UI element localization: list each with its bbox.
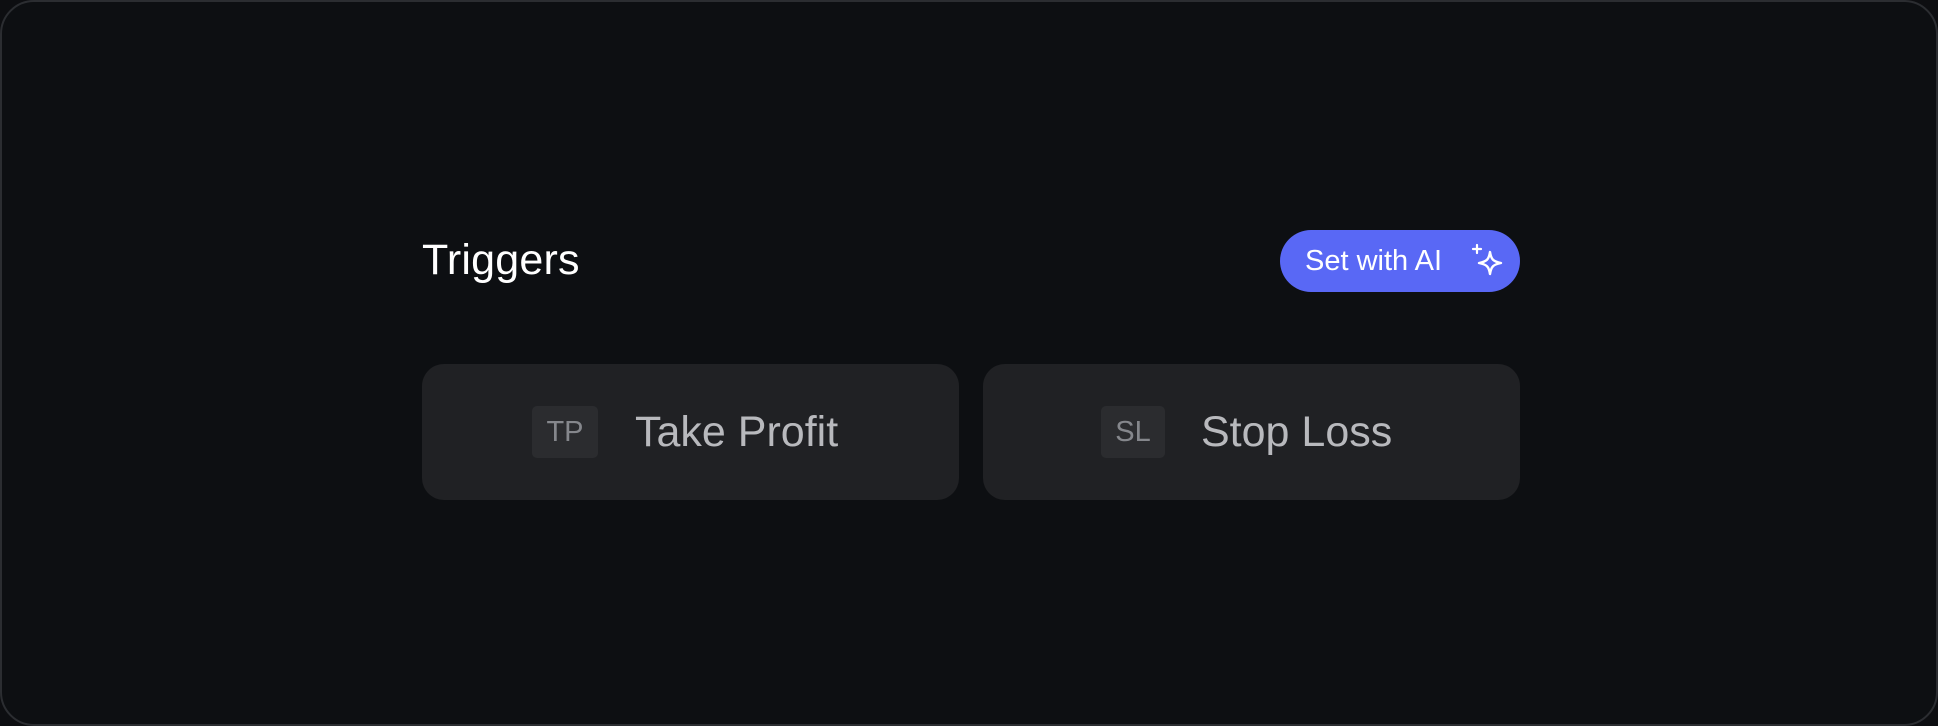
take-profit-badge: TP	[532, 406, 598, 458]
take-profit-label: Take Profit	[635, 408, 839, 456]
section-title: Triggers	[422, 236, 580, 284]
stop-loss-badge: SL	[1101, 406, 1165, 458]
set-with-ai-label: Set with AI	[1305, 244, 1443, 277]
stop-loss-label: Stop Loss	[1201, 408, 1393, 456]
sparkle-icon	[1471, 243, 1503, 276]
take-profit-card[interactable]: TP Take Profit	[422, 364, 959, 500]
triggers-panel: Triggers Set with AI TP Take Profit SL S…	[0, 0, 1938, 726]
stop-loss-card[interactable]: SL Stop Loss	[983, 364, 1520, 500]
set-with-ai-button[interactable]: Set with AI	[1280, 230, 1520, 292]
